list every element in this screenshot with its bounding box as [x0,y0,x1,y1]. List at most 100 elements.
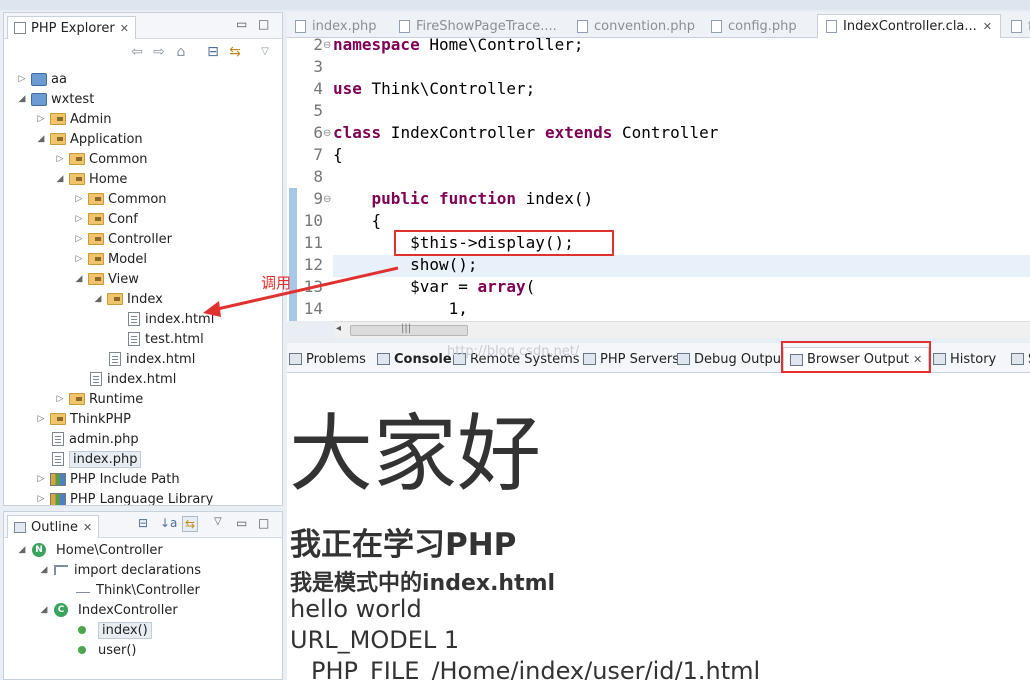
outline-item-label: import declarations [74,562,202,578]
collapsed-arrow-icon[interactable]: ▷ [35,114,47,124]
home-folder-icon[interactable]: ⌂ [172,43,190,61]
php-file-icon [1011,19,1022,33]
forward-arrow-icon[interactable]: ⇨ [150,43,168,61]
collapsed-arrow-icon[interactable]: ▷ [73,214,85,224]
outline-item[interactable]: Think\Controller [60,580,200,600]
tree-item[interactable]: index.html [73,369,176,389]
fold-toggle-icon[interactable]: ⊖ [323,128,331,139]
tree-item[interactable]: ▷ Conf [73,209,138,229]
editor-tab[interactable]: convention.php [569,14,703,38]
minimize-icon[interactable]: ▭ [236,516,247,530]
editor-tab[interactable]: IndexController.cla... ✕ [817,14,1002,38]
link-with-editor-icon[interactable]: ⇆ [226,43,244,61]
fold-toggle-icon[interactable]: ⊖ [323,40,331,51]
editor-tab[interactable]: func [1003,14,1030,38]
tree-item[interactable]: ▷ Model [73,249,148,269]
tree-item[interactable]: ◢ Index [92,289,163,309]
outline-item[interactable]: ◢ C IndexController [38,600,178,620]
tree-item-label: ThinkPHP [70,411,132,427]
collapsed-arrow-icon[interactable]: ▷ [54,394,66,404]
file-icon [128,312,140,326]
expanded-arrow-icon[interactable]: ◢ [16,94,28,104]
outline-item[interactable]: index() [60,620,152,640]
view-menu-icon[interactable]: ▽ [214,516,222,527]
editor-tab[interactable]: config.php [703,14,805,38]
back-arrow-icon[interactable]: ⇦ [128,43,146,61]
bottom-tab[interactable]: Problems [289,347,366,371]
folder-icon [69,173,85,185]
outline-item[interactable]: ◢ N Home\Controller [16,540,163,560]
link-with-editor-icon[interactable]: ⇆ [182,516,199,532]
php-servers-icon [583,353,596,365]
tree-item[interactable]: ◢ View [73,269,139,289]
tree-item[interactable]: ▷ Controller [73,229,172,249]
close-icon[interactable]: ✕ [120,22,129,35]
view-menu-icon[interactable]: ▽ [256,43,274,61]
expanded-arrow-icon[interactable]: ◢ [92,294,104,304]
sort-icon[interactable]: ↓a [160,516,177,530]
tree-item[interactable]: test.html [111,329,204,349]
tree-item[interactable]: ▷ Common [54,149,148,169]
code-line: use Think\Controller; [333,79,535,98]
collapsed-arrow-icon[interactable]: ▷ [73,234,85,244]
editor-horizontal-scrollbar[interactable]: ◂ ||| [334,321,1030,338]
tree-item-label: aa [51,71,67,87]
maximize-icon[interactable]: □ [258,516,269,530]
tree-item[interactable]: ▷ aa [16,69,67,89]
folder-icon [88,193,104,205]
editor-tab[interactable]: index.php [287,14,384,38]
bottom-tab[interactable]: PHP Servers [583,347,679,371]
tree-item-label: PHP Include Path [70,471,180,487]
import-icon [76,587,90,593]
collapsed-arrow-icon[interactable]: ▷ [35,414,47,424]
php-explorer-tab[interactable]: PHP Explorer ✕ [7,16,136,39]
tree-item[interactable]: ▷ PHP Include Path [35,469,180,489]
tree-item[interactable]: ▷ PHP Language Library [35,489,213,505]
close-icon[interactable]: ✕ [83,521,92,534]
tree-item-label: test.html [145,331,204,347]
bottom-tab[interactable]: S [1011,347,1030,371]
tree-item[interactable]: ◢ Home [54,169,128,189]
bottom-tab-label: Problems [306,351,366,367]
tree-item[interactable]: ◢ wxtest [16,89,95,109]
expanded-arrow-icon[interactable]: ◢ [38,565,50,575]
bottom-tab[interactable]: Console [377,347,452,371]
window-top-strip [0,0,1030,10]
collapsed-arrow-icon[interactable]: ▷ [54,154,66,164]
minimize-icon[interactable]: ▭ [236,17,247,31]
expanded-arrow-icon[interactable]: ◢ [38,605,50,615]
collapsed-arrow-icon[interactable]: ▷ [35,494,47,504]
tree-item[interactable]: index.html [92,349,195,369]
fold-toggle-icon[interactable]: ⊖ [323,194,331,205]
collapsed-arrow-icon[interactable]: ▷ [16,74,28,84]
outline-item[interactable]: ◢ import declarations [38,560,202,580]
expanded-arrow-icon[interactable]: ◢ [54,174,66,184]
outline-tab[interactable]: Outline ✕ [7,515,100,538]
explorer-toolbar: ⇦ ⇨ ⌂ ⊟ ⇆ ▽ [4,41,282,65]
outline-panel: Outline ✕ ⊟ ↓a ⇆ ▽ ▭ □ ◢ N Home\Controller… [3,511,283,680]
editor-tab[interactable]: FireShowPageTrace.... [391,14,565,38]
bottom-tab[interactable]: History [933,347,996,371]
outline-item[interactable]: user() [60,640,137,660]
tree-item[interactable]: ◢ Application [35,129,143,149]
close-icon[interactable]: ✕ [983,20,992,33]
collapse-all-icon[interactable]: ⊟ [204,43,222,61]
collapsed-arrow-icon[interactable]: ▷ [73,254,85,264]
tree-item[interactable]: admin.php [35,429,139,449]
collapsed-arrow-icon[interactable]: ▷ [73,194,85,204]
bottom-tab-label: PHP Servers [600,351,679,367]
tree-item[interactable]: index.php [35,449,142,469]
maximize-icon[interactable]: □ [258,17,269,31]
expanded-arrow-icon[interactable]: ◢ [16,545,28,555]
collapse-all-icon[interactable]: ⊟ [138,516,148,530]
php-explorer-header: PHP Explorer ✕ ▭ □ [4,13,282,39]
expanded-arrow-icon[interactable]: ◢ [73,274,85,284]
collapsed-arrow-icon[interactable]: ▷ [35,474,47,484]
tree-item[interactable]: ▷ Runtime [54,389,144,409]
bottom-tab[interactable]: Debug Output [677,347,786,371]
expanded-arrow-icon[interactable]: ◢ [35,134,47,144]
code-text: { [333,211,382,230]
tree-item[interactable]: ▷ Common [73,189,167,209]
tree-item[interactable]: ▷ ThinkPHP [35,409,131,429]
tree-item[interactable]: ▷ Admin [35,109,112,129]
